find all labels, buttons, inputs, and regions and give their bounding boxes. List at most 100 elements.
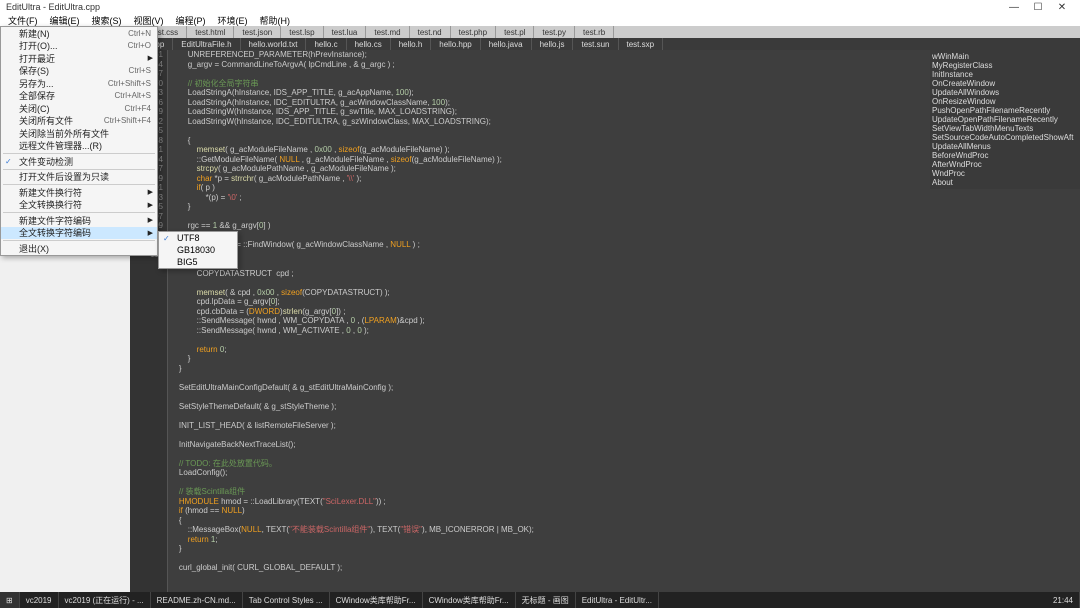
symbol-item[interactable]: OnCreateWindow — [932, 79, 1078, 88]
menu-row[interactable]: 保存(S) Ctrl+S — [1, 65, 157, 78]
close-button[interactable]: ✕ — [1050, 2, 1074, 13]
menu-row[interactable]: 远程文件管理器...(R) — [1, 140, 157, 153]
subtab[interactable]: hello.java — [481, 38, 532, 50]
menu-label: 关闭(C) — [19, 102, 50, 115]
menu-item[interactable]: 编辑(E) — [44, 14, 86, 27]
menu-row[interactable]: 关闭所有文件Ctrl+Shift+F4 — [1, 115, 157, 128]
subtab[interactable]: hello.js — [532, 38, 574, 50]
menu-item[interactable]: 文件(F) — [2, 14, 44, 27]
symbol-panel[interactable]: wWinMainMyRegisterClassInitInstanceOnCre… — [930, 50, 1080, 189]
chevron-right-icon: ▶ — [148, 216, 153, 224]
menu-row[interactable]: 关闭除当前外所有文件 — [1, 127, 157, 140]
encoding-label: GB18030 — [177, 245, 215, 255]
symbol-item[interactable]: BeforeWndProc — [932, 151, 1078, 160]
menu-row[interactable]: 全部保存 Ctrl+Alt+S — [1, 90, 157, 103]
chevron-right-icon: ▶ — [148, 201, 153, 209]
tab[interactable]: test.php — [451, 26, 496, 38]
encoding-option[interactable]: ✓ UTF8 — [159, 232, 237, 244]
menu-row[interactable]: 全文转换字符编码▶ — [1, 227, 157, 240]
menu-label: 远程文件管理器...(R) — [19, 139, 102, 152]
menu-label: 退出(X) — [19, 242, 49, 255]
encoding-option[interactable]: GB18030 — [159, 244, 237, 256]
shortcut: Ctrl+N — [128, 29, 151, 38]
menu-label: 全文转换字符编码 — [19, 226, 91, 239]
tab[interactable]: test.json — [234, 26, 281, 38]
taskbar-item[interactable]: vc2019 — [20, 592, 59, 608]
maximize-button[interactable]: ☐ — [1026, 2, 1050, 13]
menu-row[interactable]: ✓文件变动检测 — [1, 155, 157, 168]
tab[interactable]: test.py — [534, 26, 575, 38]
menu-row[interactable]: 打开文件后设置为只读 — [1, 171, 157, 184]
menu-item[interactable]: 视图(V) — [128, 14, 170, 27]
menu-row[interactable]: 另存为...Ctrl+Shift+S — [1, 77, 157, 90]
symbol-item[interactable]: MyRegisterClass — [932, 61, 1078, 70]
taskbar-item[interactable]: 无标题 - 画图 — [516, 592, 576, 608]
taskbar-item[interactable]: CWindow类库帮助Fr... — [423, 592, 516, 608]
shortcut: Ctrl+F4 — [125, 104, 151, 113]
menu-label: 新建文件换行符 — [19, 186, 82, 199]
menu-row[interactable]: 新建(N)Ctrl+N — [1, 27, 157, 40]
subtab[interactable]: hello.h — [391, 38, 432, 50]
subtab[interactable]: hello.world.txt — [241, 38, 307, 50]
menu-label: 另存为... — [19, 77, 54, 90]
menu-item[interactable]: 帮助(H) — [254, 14, 297, 27]
taskbar-item[interactable]: CWindow类库帮助Fr... — [330, 592, 423, 608]
menu-row[interactable]: 退出(X) — [1, 242, 157, 255]
symbol-item[interactable]: AfterWndProc — [932, 160, 1078, 169]
start-button[interactable]: ⊞ — [0, 592, 20, 608]
encoding-option[interactable]: BIG5 — [159, 256, 237, 268]
tab[interactable]: test.nd — [410, 26, 451, 38]
encoding-label: UTF8 — [177, 233, 200, 243]
subtab[interactable]: hello.cs — [347, 38, 391, 50]
menu-row[interactable]: 打开(O)...Ctrl+O — [1, 40, 157, 53]
chevron-right-icon: ▶ — [148, 188, 153, 196]
shortcut: Ctrl+S — [129, 66, 151, 75]
menu-bar: 文件(F)编辑(E)搜索(S)视图(V)编程(P)环境(E)帮助(H) — [0, 14, 1080, 26]
tab[interactable]: test.pl — [496, 26, 534, 38]
menu-label: 保存(S) — [19, 64, 49, 77]
symbol-item[interactable]: wWinMain — [932, 52, 1078, 61]
symbol-item[interactable]: SetViewTabWidthMenuTexts — [932, 124, 1078, 133]
symbol-item[interactable]: About — [932, 178, 1078, 187]
symbol-item[interactable]: UpdateAllMenus — [932, 142, 1078, 151]
encoding-submenu[interactable]: ✓ UTF8 GB18030BIG5 — [158, 231, 238, 269]
menu-row[interactable]: 全文转换换行符▶ — [1, 199, 157, 212]
menu-row[interactable]: 新建文件换行符 ▶ — [1, 186, 157, 199]
taskbar-clock[interactable]: 21:44 — [1047, 592, 1080, 608]
minimize-button[interactable]: — — [1002, 2, 1026, 13]
taskbar-item[interactable]: Tab Control Styles ... — [243, 592, 330, 608]
tab[interactable]: test.rb — [575, 26, 614, 38]
menu-item[interactable]: 搜索(S) — [86, 14, 128, 27]
taskbar-item[interactable]: README.zh-CN.md... — [151, 592, 243, 608]
tab[interactable]: test.html — [187, 26, 234, 38]
taskbar-item[interactable]: EditUltra - EditUltr... — [576, 592, 659, 608]
menu-row[interactable]: 关闭(C) Ctrl+F4 — [1, 102, 157, 115]
file-menu-dropdown[interactable]: 新建(N)Ctrl+N打开(O)...Ctrl+O打开最近▶保存(S) Ctrl+… — [0, 26, 158, 256]
check-icon: ✓ — [163, 234, 170, 243]
subtab[interactable]: hello.c — [306, 38, 346, 50]
subtab[interactable]: EditUltraFile.h — [173, 38, 240, 50]
shortcut: Ctrl+Alt+S — [115, 91, 151, 100]
taskbar-item[interactable]: vc2019 (正在运行) - ... — [59, 592, 151, 608]
symbol-item[interactable]: SetSourceCodeAutoCompletedShowAft — [932, 133, 1078, 142]
symbol-item[interactable]: OnResizeWindow — [932, 97, 1078, 106]
tab[interactable]: test.lsp — [281, 26, 323, 38]
menu-item[interactable]: 编程(P) — [170, 14, 212, 27]
symbol-item[interactable]: InitInstance — [932, 70, 1078, 79]
tab[interactable]: test.md — [366, 26, 409, 38]
symbol-item[interactable]: UpdateAllWindows — [932, 88, 1078, 97]
symbol-item[interactable]: UpdateOpenPathFilenameRecently — [932, 115, 1078, 124]
taskbar[interactable]: ⊞ vc2019vc2019 (正在运行) - ...README.zh-CN.… — [0, 592, 1080, 608]
subtab[interactable]: test.sun — [573, 38, 618, 50]
menu-row[interactable]: 新建文件字符编码▶ — [1, 214, 157, 227]
shortcut: Ctrl+O — [128, 41, 151, 50]
symbol-item[interactable]: PushOpenPathFilenameRecently — [932, 106, 1078, 115]
menu-label: 全部保存 — [19, 89, 55, 102]
symbol-item[interactable]: WndProc — [932, 169, 1078, 178]
menu-item[interactable]: 环境(E) — [212, 14, 254, 27]
menu-row[interactable]: 打开最近▶ — [1, 52, 157, 65]
subtab[interactable]: hello.hpp — [431, 38, 480, 50]
title-bar: EditUltra - EditUltra.cpp — ☐ ✕ — [0, 0, 1080, 14]
tab[interactable]: test.lua — [324, 26, 367, 38]
subtab[interactable]: test.sxp — [619, 38, 664, 50]
